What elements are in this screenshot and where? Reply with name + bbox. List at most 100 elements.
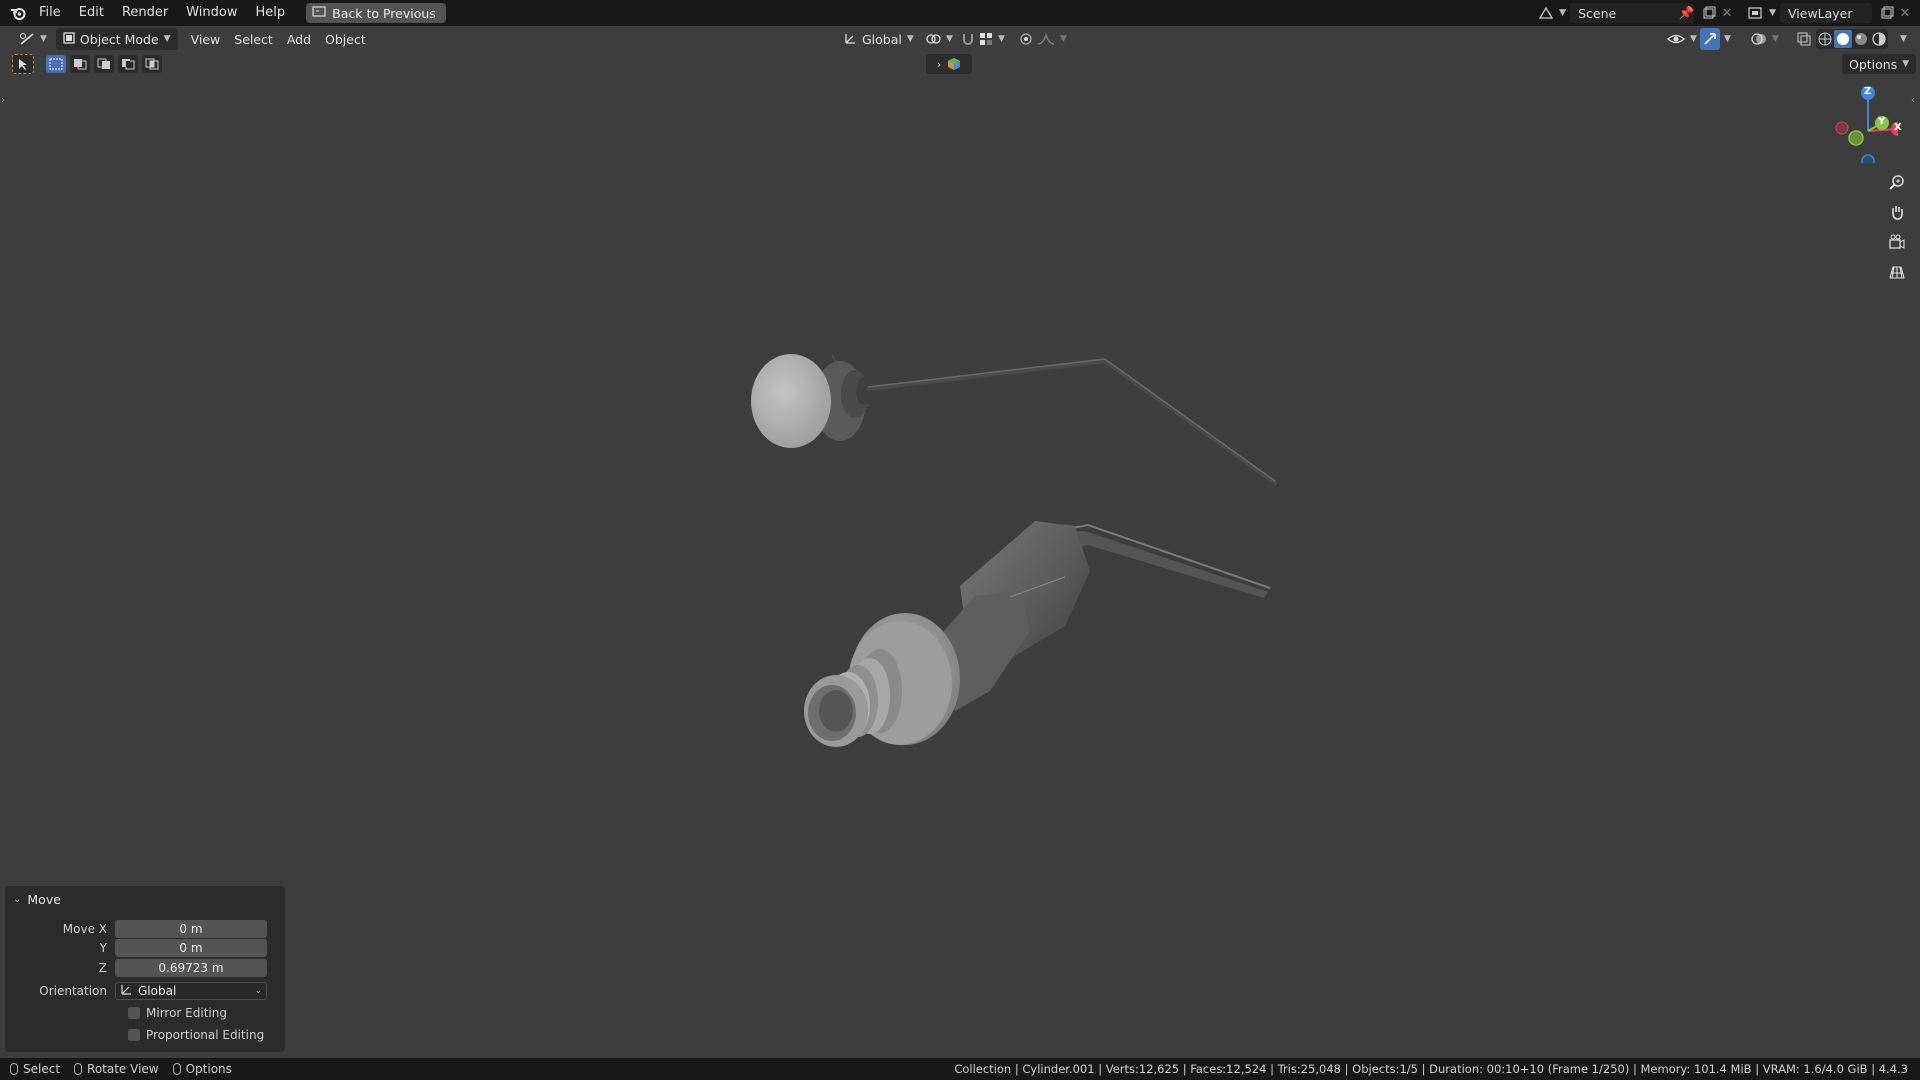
options-dropdown[interactable]: Options ▼ xyxy=(1842,54,1917,74)
menu-add[interactable]: Add xyxy=(280,28,318,50)
select-mode-toolbar xyxy=(12,54,162,74)
options-label: Options xyxy=(1849,56,1898,72)
scene-type-icon[interactable]: ▼ xyxy=(1534,2,1570,24)
object-mode-icon xyxy=(63,31,75,47)
upper-object[interactable] xyxy=(751,354,1277,485)
mirror-editing-checkbox[interactable] xyxy=(128,1007,140,1019)
visibility-selector-button[interactable]: ▼ xyxy=(1660,28,1704,50)
navigation-gizmo[interactable]: Z X Y xyxy=(1818,83,1905,168)
move-z-field[interactable]: 0.69723 m xyxy=(115,959,267,977)
scene-render xyxy=(751,354,1277,747)
pin-icon[interactable]: 📌 xyxy=(1679,5,1695,21)
menu-select[interactable]: Select xyxy=(227,28,280,50)
toolbar-expand-arrow-icon[interactable]: › xyxy=(1,95,5,106)
menu-help[interactable]: Help xyxy=(247,0,295,26)
rendered-shading-icon[interactable] xyxy=(1870,30,1888,48)
collapse-chevron-icon: ⌄ xyxy=(13,894,22,905)
gizmo-y-label: Y xyxy=(1878,116,1886,127)
scene-name: Scene xyxy=(1578,5,1617,21)
scene-selector[interactable]: Scene 📌 xyxy=(1570,3,1695,23)
orientation-label: Global xyxy=(862,31,902,47)
menu-render[interactable]: Render xyxy=(113,0,177,26)
mode-extend-icon[interactable] xyxy=(70,55,90,73)
mouse-right-icon xyxy=(172,1063,181,1075)
chevron-down-icon: ▼ xyxy=(1902,59,1910,69)
xray-toggle[interactable] xyxy=(1790,28,1818,50)
mouse-left-icon xyxy=(10,1063,18,1075)
orientation-select[interactable]: Global ⌄ xyxy=(115,982,267,1000)
gizmo-z-label: Z xyxy=(1864,86,1872,97)
object-type-popover[interactable]: › xyxy=(926,54,972,74)
status-rotate-label: Rotate View xyxy=(87,1062,159,1076)
menu-object[interactable]: Object xyxy=(318,28,373,50)
select-box-tool-icon[interactable] xyxy=(12,54,34,74)
solid-shading-icon[interactable] xyxy=(1834,30,1852,48)
proportional-falloff-button[interactable]: ▼ xyxy=(1030,28,1074,50)
object-data-icon xyxy=(948,58,961,70)
status-options-label: Options xyxy=(185,1062,232,1076)
back-to-previous-button[interactable]: Back to Previous xyxy=(306,3,446,23)
sidebar-expand-arrow-icon[interactable]: ‹ xyxy=(1911,95,1915,106)
proportional-editing-label: Proportional Editing xyxy=(146,1028,265,1042)
viewport-header: ▼ Object Mode ▼ View Select Add Object G… xyxy=(0,27,1920,51)
blender-logo-icon[interactable] xyxy=(6,0,30,26)
camera-view-icon[interactable] xyxy=(1885,230,1909,254)
move-y-label: Y xyxy=(99,941,107,955)
gizmo-toggle[interactable] xyxy=(1700,28,1720,50)
mode-subtract-icon[interactable] xyxy=(94,55,114,73)
chevron-right-icon: › xyxy=(936,57,942,71)
3d-viewport[interactable]: Z X Y › ‹ xyxy=(0,51,1920,1057)
overlays-toggle[interactable]: ▼ xyxy=(1744,28,1786,50)
orientation-axes-icon xyxy=(843,31,857,48)
delete-scene-icon[interactable]: ✕ xyxy=(1718,4,1736,22)
gizmo-x-label: X xyxy=(1894,122,1902,133)
move-z-label: Z xyxy=(98,961,107,975)
transform-orientation-selector[interactable]: Global ▼ xyxy=(836,28,921,50)
orientation-axes-icon xyxy=(120,983,132,1000)
gizmo-dropdown-icon[interactable]: ▼ xyxy=(1724,34,1731,44)
menu-file[interactable]: File xyxy=(30,0,70,26)
chevron-down-icon: ▼ xyxy=(163,34,171,44)
view-layer-type-icon[interactable]: ▼ xyxy=(1744,2,1780,24)
scene-statistics: Collection | Cylinder.001 | Verts:12,625… xyxy=(954,1062,1908,1076)
screen-icon xyxy=(312,5,326,21)
perspective-grid-icon[interactable] xyxy=(1885,260,1909,284)
status-options-hint: Options xyxy=(172,1062,232,1076)
proportional-editing-checkbox[interactable] xyxy=(128,1029,140,1041)
mode-label: Object Mode xyxy=(79,31,159,47)
mirror-editing-label: Mirror Editing xyxy=(146,1006,227,1020)
menu-edit[interactable]: Edit xyxy=(70,0,113,26)
zoom-icon[interactable] xyxy=(1885,170,1909,194)
lower-object[interactable] xyxy=(804,521,1271,747)
move-y-field[interactable]: 0 m xyxy=(115,939,267,957)
view-layer-selector[interactable]: ViewLayer xyxy=(1780,3,1872,23)
mode-set-icon[interactable] xyxy=(46,55,66,73)
mode-intersect-icon[interactable] xyxy=(142,55,162,73)
back-to-previous-label: Back to Previous xyxy=(332,5,436,21)
material-shading-icon[interactable] xyxy=(1852,30,1870,48)
mode-selector[interactable]: Object Mode ▼ xyxy=(55,28,178,50)
editor-type-button[interactable]: ▼ xyxy=(12,28,54,50)
mode-invert-icon[interactable] xyxy=(118,55,138,73)
top-menu-bar: File Edit Render Window Help Back to Pre… xyxy=(0,0,1920,26)
status-select-hint: Select xyxy=(10,1062,60,1076)
shading-dropdown-icon[interactable]: ▼ xyxy=(1900,34,1907,44)
status-select-label: Select xyxy=(23,1062,61,1076)
new-view-layer-icon[interactable] xyxy=(1878,4,1896,22)
move-panel-title: Move xyxy=(27,892,61,907)
snap-target-button[interactable]: ▼ xyxy=(972,28,1012,50)
move-x-field[interactable]: 0 m xyxy=(115,920,267,938)
move-panel-header[interactable]: ⌄ Move xyxy=(13,892,61,907)
new-scene-icon[interactable] xyxy=(1700,4,1718,22)
status-bar: Select Rotate View Options Collection | … xyxy=(0,1058,1920,1080)
wireframe-shading-icon[interactable] xyxy=(1816,30,1834,48)
mouse-middle-icon xyxy=(74,1063,83,1075)
orientation-value: Global xyxy=(138,983,177,998)
menu-view[interactable]: View xyxy=(184,28,228,50)
delete-view-layer-icon[interactable]: ✕ xyxy=(1896,4,1914,22)
orientation-label: Orientation xyxy=(39,984,107,998)
move-x-label: Move X xyxy=(62,922,107,936)
menu-window[interactable]: Window xyxy=(177,0,246,26)
chevron-down-icon: ⌄ xyxy=(254,985,262,996)
pan-hand-icon[interactable] xyxy=(1885,200,1909,224)
